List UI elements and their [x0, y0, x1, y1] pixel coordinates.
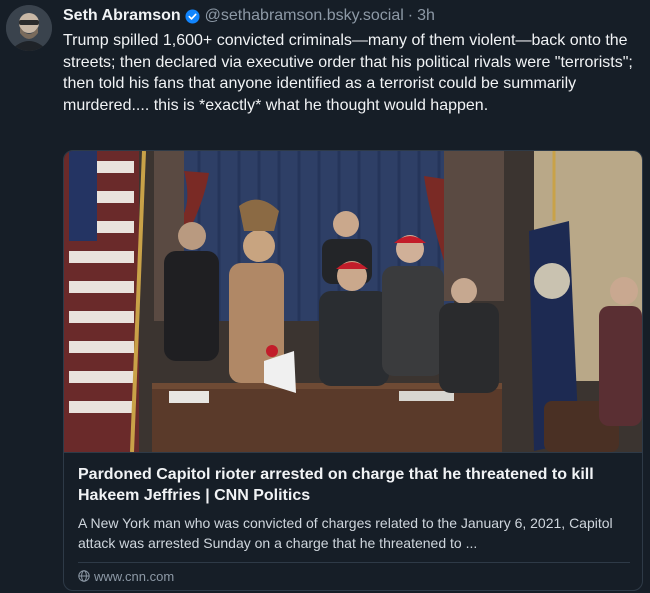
author-avatar[interactable]	[6, 5, 52, 51]
post[interactable]: Seth Abramson @sethabramson.bsky.social …	[0, 0, 650, 593]
link-card-domain-divider	[78, 562, 630, 563]
author-handle[interactable]: @sethabramson.bsky.social	[205, 5, 404, 27]
link-card-image[interactable]	[64, 151, 642, 452]
globe-icon	[78, 570, 90, 582]
link-card[interactable]: Pardoned Capitol rioter arrested on char…	[63, 150, 643, 591]
link-card-description: A New York man who was convicted of char…	[78, 515, 613, 551]
link-card-title[interactable]: Pardoned Capitol rioter arrested on char…	[78, 464, 630, 506]
link-card-domain-row: www.cnn.com	[78, 567, 174, 585]
author-display-name[interactable]: Seth Abramson	[63, 5, 181, 27]
post-header: Seth Abramson @sethabramson.bsky.social …	[63, 5, 435, 27]
post-text: Trump spilled 1,600+ convicted criminals…	[63, 32, 633, 114]
link-card-domain: www.cnn.com	[94, 568, 175, 584]
post-timestamp[interactable]: 3h	[417, 5, 435, 27]
link-card-divider	[64, 452, 642, 453]
header-separator: ·	[407, 7, 414, 24]
verified-check-icon	[185, 8, 200, 24]
avatar-image	[6, 5, 52, 51]
news-photo	[64, 151, 642, 452]
